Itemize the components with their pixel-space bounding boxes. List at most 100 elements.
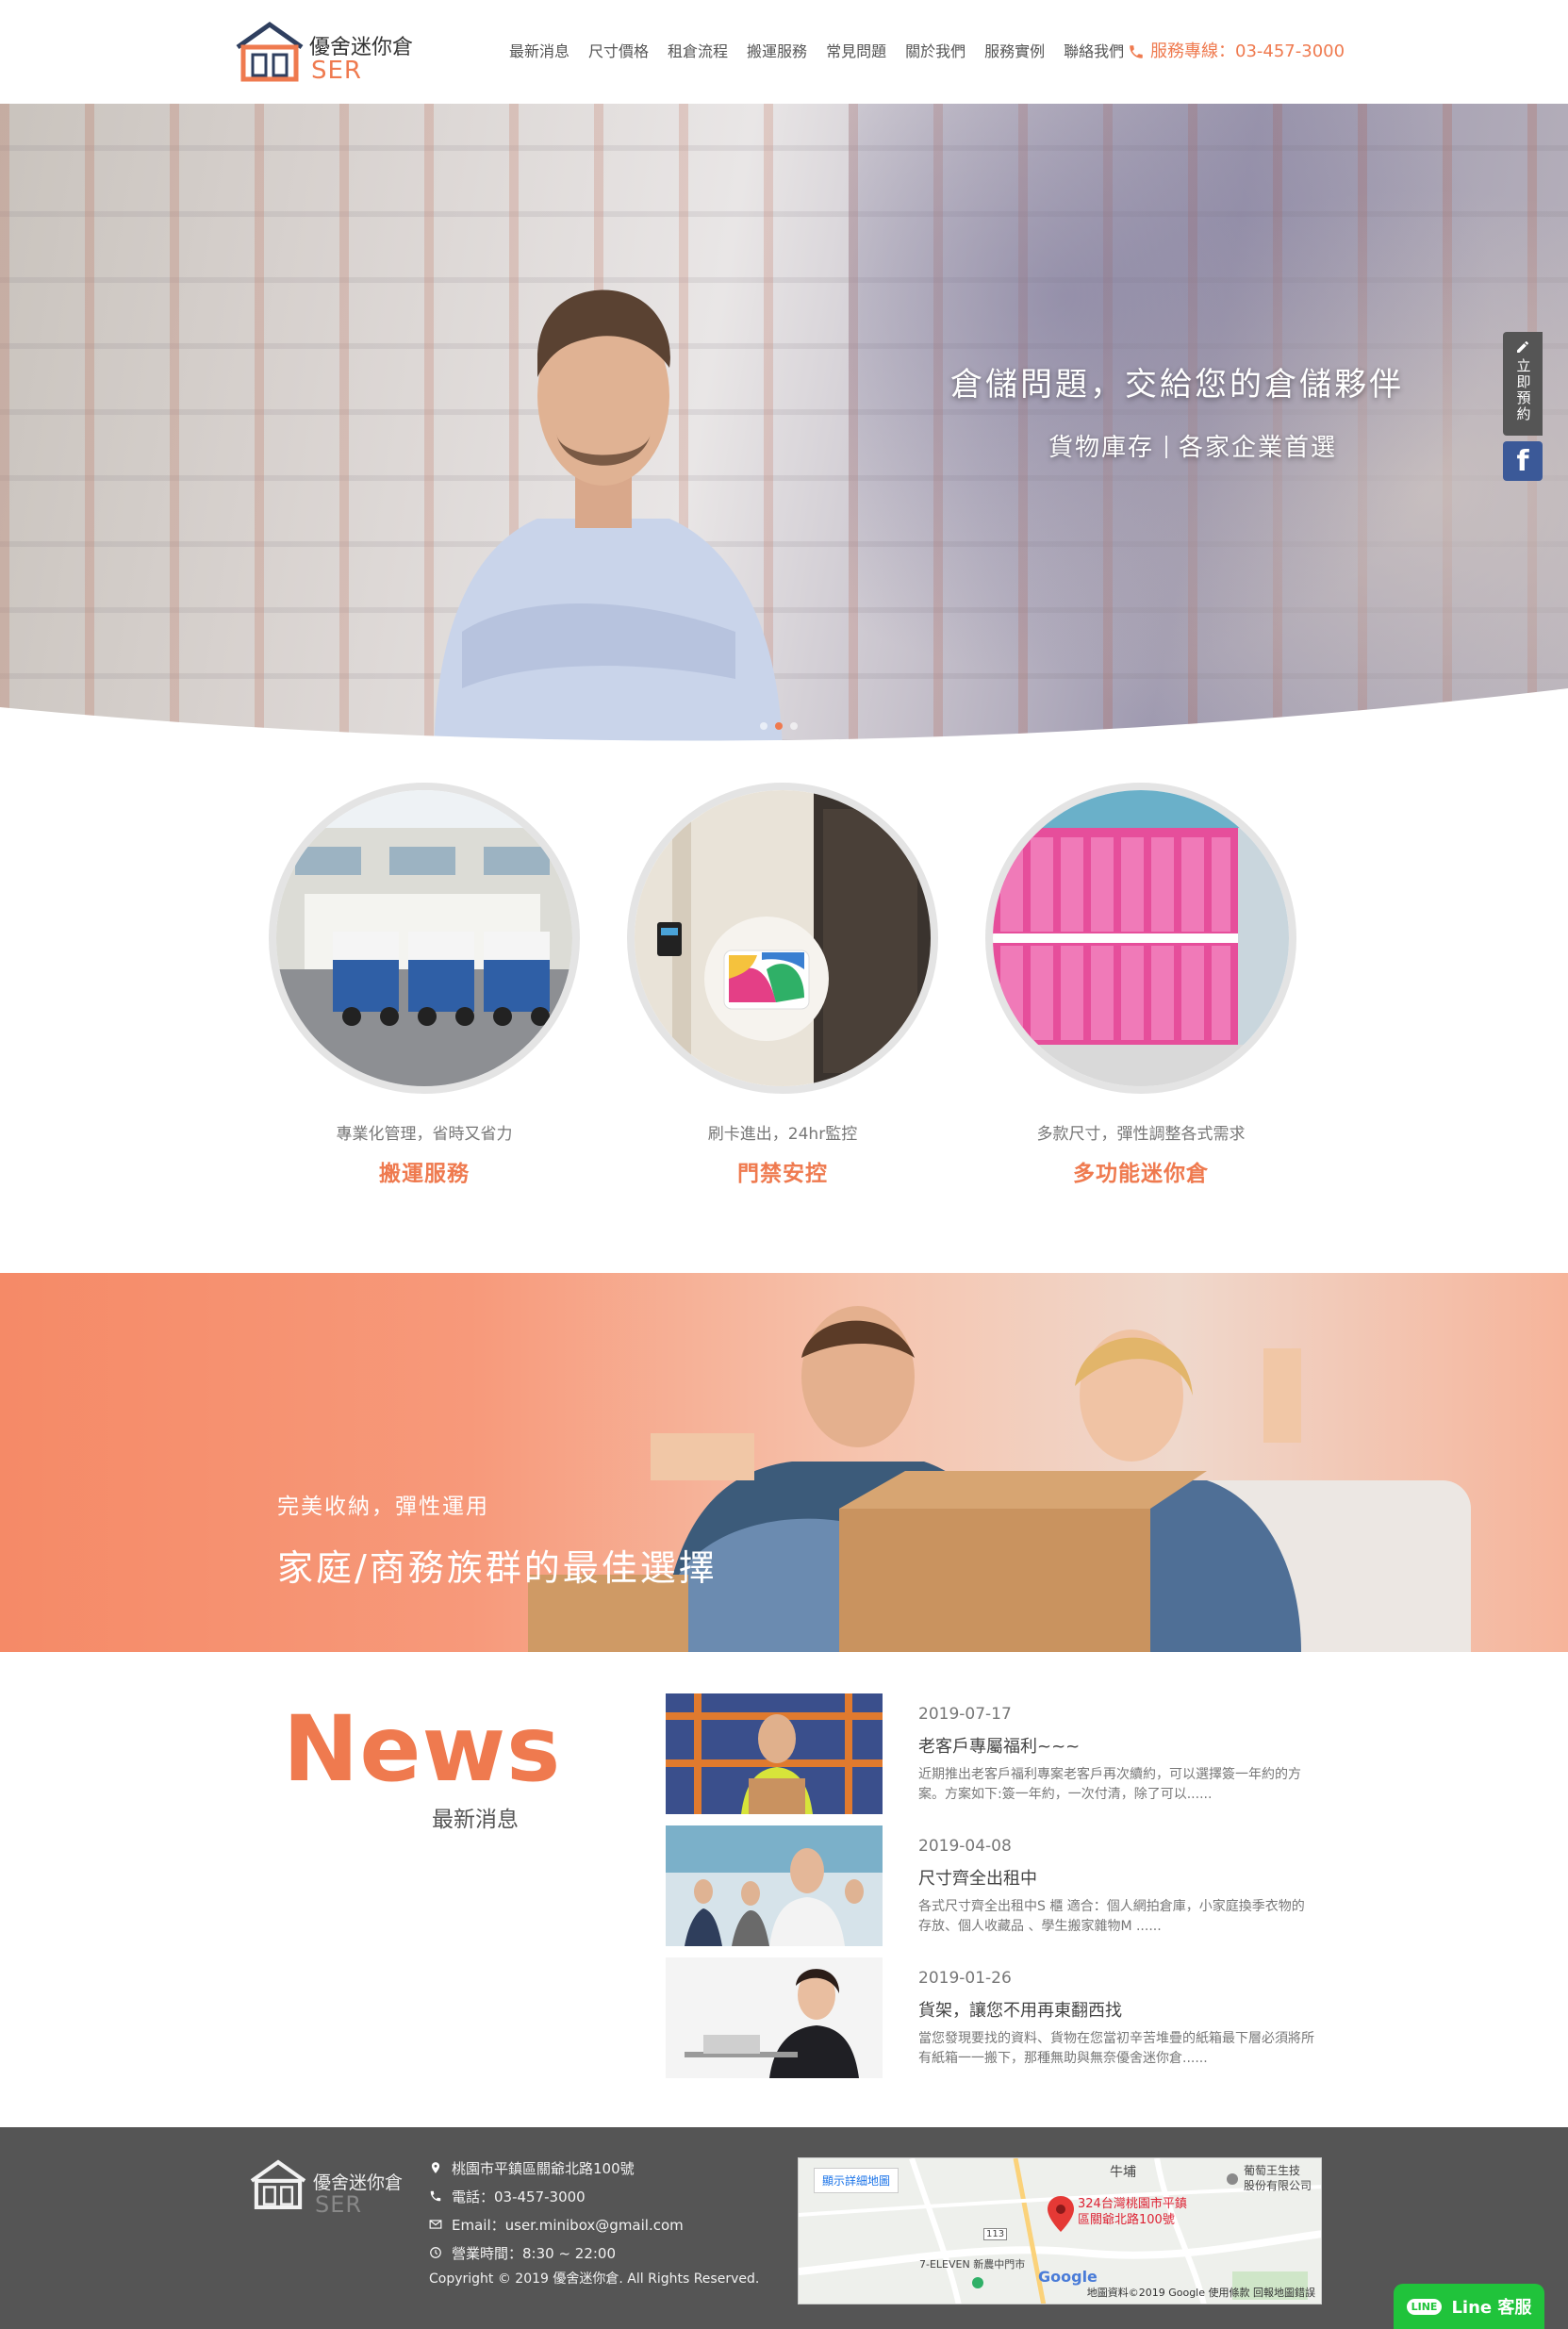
brand-sub: SER	[311, 57, 362, 85]
card-access-photo	[627, 783, 938, 1094]
hero-subtitle: 貨物庫存 各家企業首選	[1048, 428, 1337, 463]
footer-brand-name: 優舍迷你倉	[313, 2172, 404, 2193]
news-thumb-businessmen-photo	[666, 1825, 883, 1946]
map-label-7eleven: 7-ELEVEN 新農中門市	[919, 2258, 1026, 2271]
feature-desc: 專業化管理，省時又省力	[336, 1125, 513, 1144]
map-pin-line1: 324台灣桃園市平鎮	[1078, 2197, 1187, 2211]
site-footer: 優舍迷你倉 SER 桃園市平鎮區關爺北路100號 電話：03-457-3000 …	[0, 2127, 1568, 2329]
line-support-button[interactable]: LINE Line 客服	[1394, 2284, 1544, 2329]
banner-subtitle: 完美收納，彈性運用	[277, 1495, 489, 1519]
map-attribution[interactable]: 地圖資料©2019 Google 使用條款 回報地圖錯誤	[1087, 2285, 1315, 2300]
map-pin-icon	[431, 2162, 440, 2173]
news-excerpt: 當您發現要找的資料、貨物在您當初辛苦堆疊的紙箱最下層必須將所有紙箱一一搬下，那種…	[918, 2031, 1314, 2066]
phone-icon	[1130, 45, 1143, 58]
news-thumb-worker-photo	[666, 1693, 883, 1814]
nav-item-contact[interactable]: 聯絡我們	[1054, 40, 1133, 64]
hero-sub-right: 各家企業首選	[1179, 434, 1338, 462]
feature-title: 搬運服務	[379, 1162, 470, 1186]
line-support-label: Line 客服	[1451, 2298, 1532, 2318]
clock-icon	[430, 2247, 441, 2258]
news-thumb-office-woman-photo	[666, 1957, 883, 2078]
map-road-shield: 113	[983, 2228, 1008, 2240]
feature-mini-storage[interactable]: 多款尺寸，彈性調整各式需求 多功能迷你倉	[981, 783, 1301, 1187]
phone-icon	[430, 2190, 441, 2202]
page: 優舍迷你倉 SER 最新消息 尺寸價格 租倉流程 搬運服務 常見問題 關於我們 …	[0, 0, 1568, 2329]
feature-moving[interactable]: 專業化管理，省時又省力 搬運服務	[264, 783, 585, 1187]
line-icon: LINE	[1406, 2298, 1443, 2315]
news-heading-subtitle: 最新消息	[432, 1808, 519, 1832]
nav-item-cases[interactable]: 服務實例	[975, 40, 1054, 64]
hero-slider-dots	[760, 722, 798, 730]
nav-item-process[interactable]: 租倉流程	[658, 40, 737, 64]
brand-logo[interactable]: 優舍迷你倉 SER	[232, 19, 421, 87]
news-heading-title: News	[283, 1696, 562, 1802]
family-banner	[0, 1273, 1568, 1652]
feature-desc: 多款尺寸，彈性調整各式需求	[1036, 1125, 1246, 1144]
slider-dot-3[interactable]	[790, 722, 798, 730]
hero-banner: 倉儲問題，交給您的倉儲夥伴 貨物庫存 各家企業首選	[0, 104, 1568, 745]
hero-sub-divider	[1165, 436, 1168, 458]
news-title[interactable]: 尺寸齊全出租中	[918, 1865, 1037, 1890]
map-pin-label: 324台灣桃園市平鎮 區關爺北路100號	[1078, 2196, 1187, 2228]
footer-email-text: Email：user.minibox@gmail.com	[452, 2216, 684, 2234]
news-date: 2019-07-17	[918, 1705, 1012, 1724]
footer-copyright: Copyright © 2019 優舍迷你倉. All Rights Reser…	[429, 2271, 760, 2287]
news-item-1[interactable]: 2019-07-17 老客戶專屬福利~~~ 近期推出老客戶福利專案老客戶再次續約…	[666, 1693, 1316, 1814]
blurred-boxes-background	[849, 104, 1568, 745]
house-logo-icon	[250, 2159, 306, 2209]
map-label-niupu: 牛埔	[1110, 2165, 1136, 2180]
nav-item-moving[interactable]: 搬運服務	[737, 40, 817, 64]
news-item-2[interactable]: 2019-04-08 尺寸齊全出租中 各式尺寸齊全出租中S 櫃 適合：個人網拍倉…	[666, 1825, 1316, 1946]
feature-title: 多功能迷你倉	[1073, 1162, 1209, 1186]
google-logo: Google	[1038, 2268, 1098, 2286]
news-excerpt: 各式尺寸齊全出租中S 櫃 適合：個人網拍倉庫，小家庭換季衣物的存放、個人收藏品 …	[918, 1899, 1305, 1934]
pencil-icon	[1517, 341, 1528, 353]
service-phone-text: 服務專線：03-457-3000	[1150, 41, 1345, 61]
footer-email[interactable]: Email：user.minibox@gmail.com	[429, 2210, 759, 2238]
news-item-3[interactable]: 2019-01-26 貨架，讓您不用再東翻西找 當您發現要找的資料、貨物在您當初…	[666, 1957, 1316, 2078]
hero-sub-left: 貨物庫存	[1048, 434, 1155, 462]
news-heading: News 最新消息	[283, 1696, 562, 1833]
google-map[interactable]: 顯示詳細地圖 牛埔 葡萄王生技 股份有限公司 7-ELEVEN 新農中門市 11…	[798, 2157, 1322, 2304]
footer-phone[interactable]: 電話：03-457-3000	[429, 2182, 759, 2210]
reserve-now-button[interactable]: 立即預約	[1503, 332, 1543, 436]
news-title[interactable]: 貨架，讓您不用再東翻西找	[918, 1997, 1122, 2022]
nav-item-about[interactable]: 關於我們	[896, 40, 975, 64]
nav-item-faq[interactable]: 常見問題	[817, 40, 896, 64]
news-title[interactable]: 老客戶專屬福利~~~	[918, 1733, 1080, 1758]
feature-desc: 刷卡進出，24hr監控	[707, 1125, 858, 1144]
facebook-button[interactable]: f	[1503, 441, 1543, 481]
footer-logo[interactable]: 優舍迷你倉 SER	[247, 2156, 403, 2222]
map-label-grape-king: 葡萄王生技	[1244, 2164, 1301, 2177]
feature-access-control[interactable]: 刷卡進出，24hr監控 門禁安控	[622, 783, 943, 1187]
map-label-grape-king-2: 股份有限公司	[1244, 2179, 1312, 2192]
news-excerpt: 近期推出老客戶福利專案老客戶再次續約，可以選擇簽一年約的方案。方案如下:簽一年約…	[918, 1767, 1301, 1802]
news-date: 2019-04-08	[918, 1837, 1012, 1856]
smiling-man-photo	[434, 289, 783, 745]
service-phone[interactable]: 服務專線：03-457-3000	[1128, 40, 1345, 64]
warehouse-trucks-photo	[269, 783, 580, 1094]
main-nav: 最新消息 尺寸價格 租倉流程 搬運服務 常見問題 關於我們 服務實例 聯絡我們	[500, 40, 1133, 64]
facebook-icon: f	[1516, 444, 1529, 478]
footer-hours: 營業時間：8:30 ~ 22:00	[429, 2238, 759, 2267]
footer-brand-sub: SER	[315, 2191, 363, 2218]
map-view-larger-button[interactable]: 顯示詳細地圖	[814, 2168, 900, 2193]
hero-title: 倉儲問題，交給您的倉儲夥伴	[950, 366, 1404, 404]
reserve-now-label: 立即預約	[1514, 358, 1532, 422]
footer-contact-info: 桃園市平鎮區關爺北路100號 電話：03-457-3000 Email：user…	[429, 2154, 759, 2288]
hero-wave-divider	[0, 688, 1568, 745]
nav-item-news[interactable]: 最新消息	[500, 40, 579, 64]
couple-with-boxes-photo	[528, 1306, 1301, 1652]
footer-hours-text: 營業時間：8:30 ~ 22:00	[452, 2244, 617, 2262]
news-date: 2019-01-26	[918, 1969, 1012, 1988]
slider-dot-1[interactable]	[760, 722, 767, 730]
feature-title: 門禁安控	[737, 1162, 828, 1186]
footer-address-text: 桃園市平鎮區關爺北路100號	[452, 2159, 635, 2177]
map-pin-line2: 區關爺北路100號	[1078, 2213, 1175, 2227]
nav-item-pricing[interactable]: 尺寸價格	[579, 40, 658, 64]
pink-lockers-photo	[985, 783, 1296, 1094]
banner-title: 家庭/商務族群的最佳選擇	[277, 1547, 718, 1589]
slider-dot-2[interactable]	[775, 722, 783, 730]
house-logo-icon	[236, 21, 304, 82]
footer-phone-text: 電話：03-457-3000	[452, 2188, 586, 2205]
